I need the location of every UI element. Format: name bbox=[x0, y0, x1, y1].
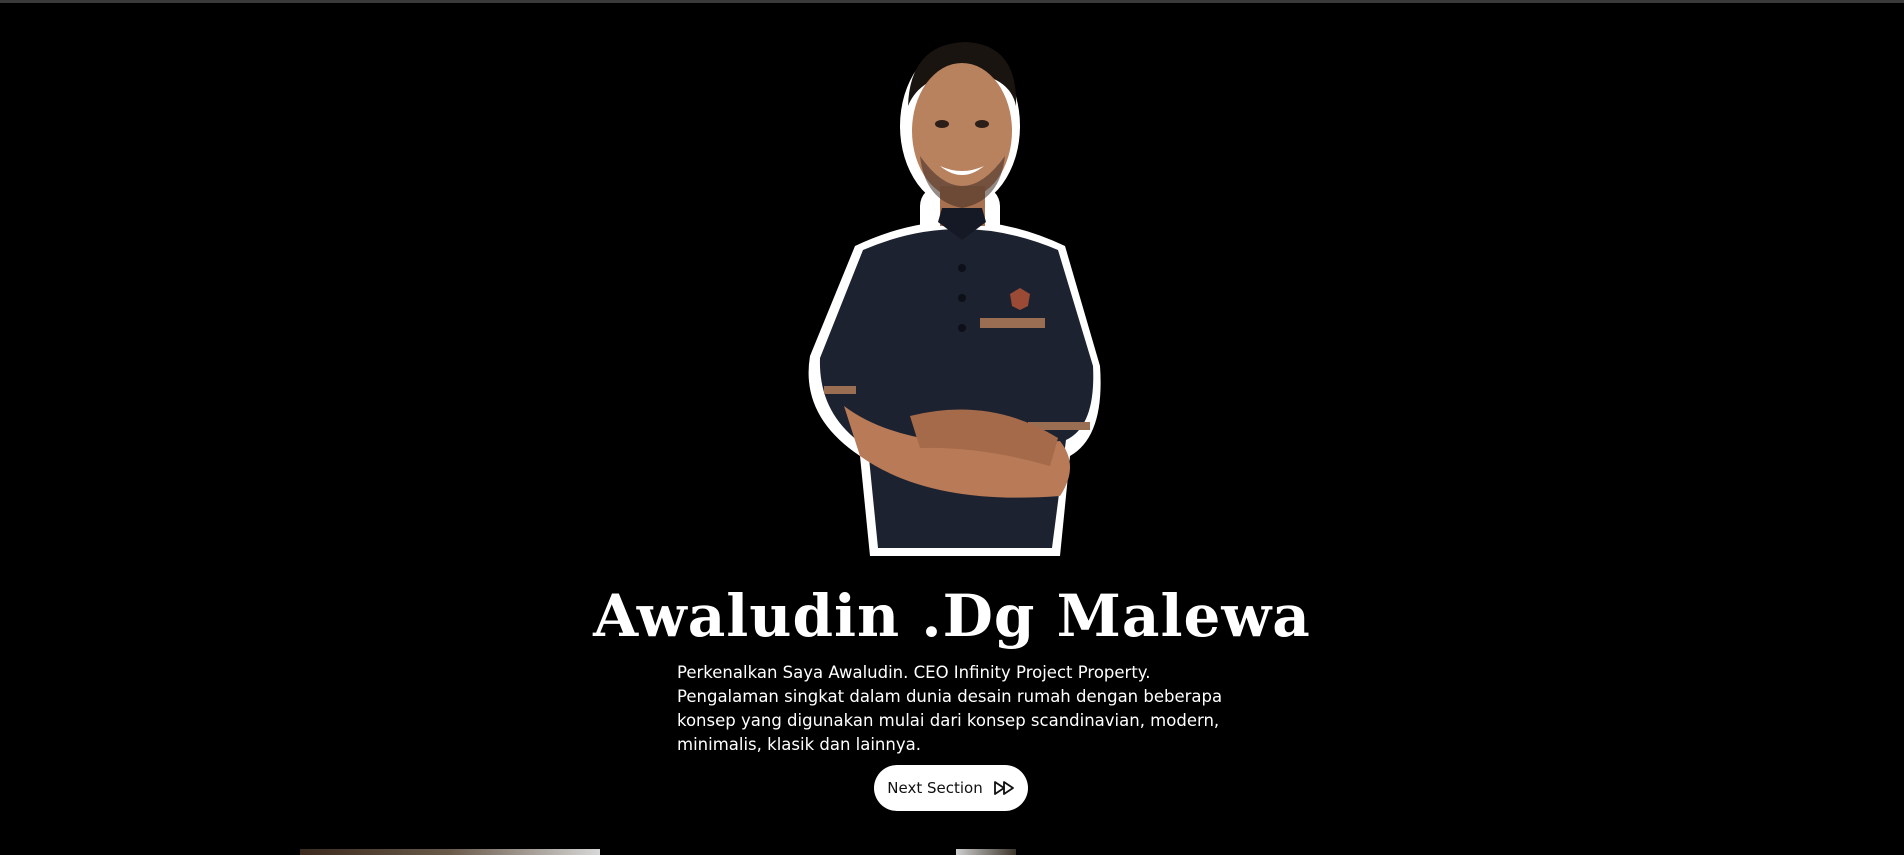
intro-text: Perkenalkan Saya Awaludin. CEO Infinity … bbox=[677, 663, 1223, 754]
next-section-preview-right bbox=[956, 849, 1016, 855]
next-section-preview-left bbox=[300, 849, 600, 855]
profile-photo bbox=[808, 42, 1101, 556]
hero-section: Awaludin .Dg Malewa Perkenalkan Saya Awa… bbox=[0, 0, 1904, 855]
next-section-label: Next Section bbox=[887, 779, 983, 797]
fast-forward-icon bbox=[993, 781, 1014, 795]
person-name: Awaludin .Dg Malewa bbox=[593, 582, 1311, 650]
next-section-button[interactable]: Next Section bbox=[874, 765, 1028, 811]
